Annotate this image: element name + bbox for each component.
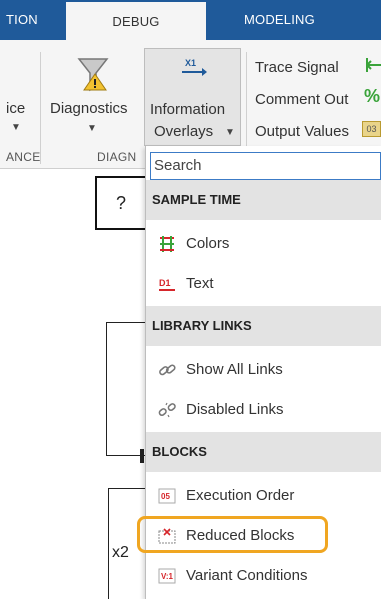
variant-conditions-icon: V:1 (158, 568, 176, 584)
signal-line (106, 322, 146, 323)
signal-line (106, 322, 107, 456)
signal-label: x2 (112, 544, 129, 561)
signal-line (108, 488, 109, 599)
output-values-button[interactable]: Output Values (255, 123, 349, 140)
tab-modeling[interactable]: MODELING (244, 0, 315, 40)
svg-text:05: 05 (161, 492, 170, 501)
menu-item-show-all-links[interactable]: Show All Links (146, 350, 381, 390)
question-block[interactable]: ? (95, 176, 147, 230)
menu-item-label: Execution Order (186, 487, 295, 504)
svg-text:V:1: V:1 (161, 572, 174, 581)
diagnostics-funnel-icon (77, 58, 109, 92)
menu-item-execution-order[interactable]: 05 Execution Order (146, 476, 381, 516)
menu-item-colors[interactable]: Colors (146, 224, 381, 264)
output-values-icon[interactable]: 03 (362, 121, 381, 137)
percent-icon[interactable]: % (364, 86, 380, 107)
tab-debug[interactable]: DEBUG (66, 0, 206, 40)
menu-section-sample-time: SAMPLE TIME (146, 180, 381, 220)
tab-simulation[interactable]: TION (6, 0, 38, 40)
ribbon-partial-button-label[interactable]: ice (6, 100, 25, 117)
ribbon-section-label: ANCE (6, 150, 41, 164)
menu-item-label: Colors (186, 235, 230, 252)
menu-item-label: Variant Conditions (186, 567, 308, 584)
information-overlays-label-line2: Overlays (154, 123, 214, 140)
menu-item-variant-conditions[interactable]: V:1 Variant Conditions (146, 556, 381, 596)
svg-text:X1: X1 (185, 58, 196, 68)
menu-section-library-links: LIBRARY LINKS (146, 306, 381, 346)
highlight-box (137, 516, 328, 553)
chevron-down-icon: ▼ (225, 127, 235, 138)
toolstrip-tabs: TION DEBUG MODELING (0, 0, 381, 40)
trace-signal-icon[interactable] (365, 56, 381, 74)
model-canvas[interactable] (0, 169, 150, 599)
menu-section-blocks: BLOCKS (146, 432, 381, 472)
link-icon (159, 364, 176, 376)
search-input[interactable]: Search (150, 152, 381, 180)
sample-time-colors-icon (160, 236, 174, 252)
menu-item-label: Show All Links (186, 361, 283, 378)
comment-out-button[interactable]: Comment Out (255, 91, 348, 108)
menu-item-disabled-links[interactable]: Disabled Links (146, 390, 381, 430)
menu-item-label: Disabled Links (186, 401, 284, 418)
menu-item-text[interactable]: D1 Text (146, 264, 381, 304)
ribbon-separator (40, 52, 41, 164)
ribbon-section-diagnostics-label: DIAGN (97, 150, 137, 164)
information-overlays-icon: X1 (182, 58, 207, 76)
information-overlays-button[interactable]: X1 Information Overlays ▼ (144, 48, 241, 146)
svg-text:D1: D1 (159, 278, 171, 288)
signal-line (108, 488, 146, 489)
broken-link-icon (158, 402, 176, 418)
information-overlays-label-line1: Information (150, 101, 226, 118)
block-port (140, 449, 144, 463)
sample-time-text-icon: D1 (159, 278, 175, 291)
diagnostics-label: Diagnostics (50, 100, 128, 117)
chevron-down-icon[interactable]: ▼ (11, 122, 21, 133)
chevron-down-icon: ▼ (87, 123, 97, 134)
trace-signal-button[interactable]: Trace Signal (255, 59, 339, 76)
menu-item-label: Text (186, 275, 214, 292)
execution-order-icon: 05 (158, 488, 176, 504)
diagnostics-button[interactable]: Diagnostics ▼ (46, 50, 140, 146)
